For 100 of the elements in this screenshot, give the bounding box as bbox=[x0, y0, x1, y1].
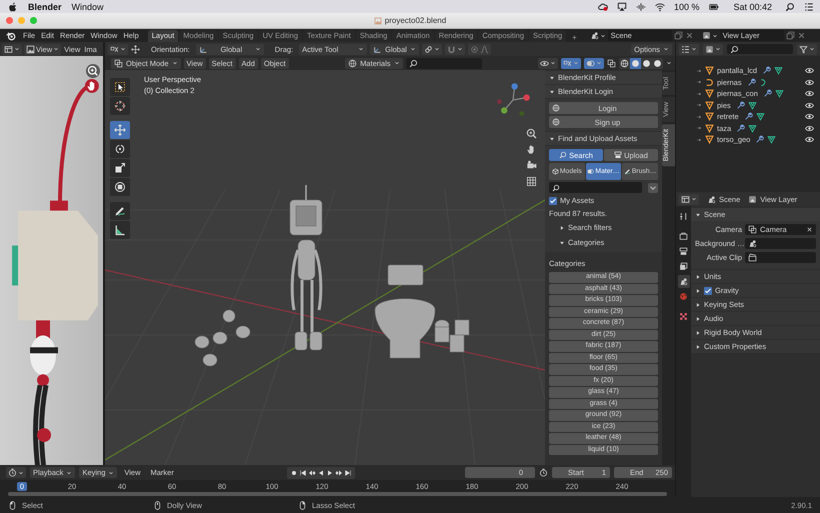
display-mode-button[interactable] bbox=[679, 44, 699, 54]
shading-button[interactable] bbox=[641, 58, 652, 68]
blender-logo-icon[interactable] bbox=[6, 30, 16, 40]
cursor-tool-button[interactable] bbox=[110, 97, 130, 115]
xray-icon[interactable] bbox=[607, 58, 616, 68]
stopwatch-icon[interactable] bbox=[539, 468, 548, 477]
caret-icon bbox=[715, 46, 721, 52]
wrench-icon[interactable] bbox=[744, 112, 753, 122]
search-icon[interactable] bbox=[785, 2, 795, 12]
next-keyframe-icon[interactable] bbox=[334, 468, 343, 476]
editor-type-button[interactable] bbox=[6, 467, 26, 478]
play-icon[interactable] bbox=[326, 468, 334, 476]
checkbox[interactable] bbox=[549, 196, 557, 204]
transform-tool-button[interactable] bbox=[110, 178, 130, 196]
zoom-icon[interactable] bbox=[526, 128, 537, 139]
caret-icon bbox=[358, 46, 364, 52]
eye-icon[interactable] bbox=[805, 78, 814, 87]
scene-icon bbox=[707, 194, 716, 204]
grid-icon[interactable] bbox=[526, 176, 537, 187]
move-icon[interactable] bbox=[131, 44, 140, 54]
eye-icon[interactable] bbox=[805, 100, 814, 110]
dropdown-icon[interactable] bbox=[648, 182, 658, 192]
annotate-tool-button[interactable] bbox=[110, 202, 130, 220]
proportional-button[interactable] bbox=[468, 44, 491, 54]
eye-icon[interactable] bbox=[805, 89, 814, 98]
select-tool-button[interactable] bbox=[110, 78, 130, 96]
overlay-button[interactable] bbox=[584, 58, 604, 68]
editor-type-button[interactable] bbox=[2, 44, 22, 54]
zoom-icon[interactable] bbox=[86, 64, 100, 78]
clock[interactable]: Sat 00:42 bbox=[733, 2, 772, 12]
previous-keyframe-icon[interactable] bbox=[308, 468, 316, 476]
properties-tab[interactable] bbox=[678, 260, 690, 273]
airplay-icon[interactable] bbox=[616, 2, 627, 12]
transform-pivot-button[interactable] bbox=[108, 44, 128, 54]
view-layer-selector[interactable] bbox=[702, 31, 718, 40]
clear-icon[interactable] bbox=[806, 226, 813, 233]
mesh-data-icon[interactable] bbox=[756, 112, 765, 122]
filter-button[interactable] bbox=[797, 44, 817, 54]
wrench-icon[interactable] bbox=[755, 135, 764, 144]
properties-tab[interactable] bbox=[678, 245, 690, 258]
menu-item[interactable]: Window bbox=[72, 2, 104, 12]
camera-icon[interactable] bbox=[526, 160, 537, 171]
play-reverse-icon[interactable] bbox=[316, 468, 325, 476]
cube-icon bbox=[552, 168, 559, 175]
mesh-data-icon[interactable] bbox=[748, 100, 757, 110]
record-icon[interactable] bbox=[290, 468, 298, 476]
scrollbar[interactable] bbox=[8, 492, 667, 496]
checkbox[interactable] bbox=[704, 286, 712, 294]
scale-tool-button[interactable] bbox=[110, 159, 130, 177]
shading-button[interactable] bbox=[652, 58, 663, 68]
wrench-icon[interactable] bbox=[736, 100, 745, 110]
mesh-data-icon[interactable] bbox=[774, 66, 784, 76]
field[interactable] bbox=[745, 238, 816, 249]
overlay-icon bbox=[586, 58, 595, 68]
field[interactable] bbox=[745, 252, 816, 263]
eye-icon[interactable] bbox=[805, 112, 814, 122]
scene-selector[interactable] bbox=[590, 31, 606, 40]
wrench-icon[interactable] bbox=[762, 89, 772, 98]
copy-icon[interactable] bbox=[674, 31, 683, 40]
app-menu[interactable]: Blender bbox=[28, 2, 62, 12]
measure-tool-button[interactable] bbox=[110, 221, 130, 239]
caret-icon bbox=[410, 46, 416, 52]
close-icon[interactable] bbox=[684, 31, 694, 40]
search-field[interactable] bbox=[549, 182, 642, 193]
wrench-icon[interactable] bbox=[762, 66, 772, 76]
search-field[interactable] bbox=[727, 44, 793, 54]
rotate-icon bbox=[114, 143, 126, 155]
shading-button[interactable] bbox=[619, 58, 630, 68]
eye-icon[interactable] bbox=[805, 124, 814, 133]
curve-data-icon[interactable] bbox=[758, 78, 768, 87]
battery-icon[interactable] bbox=[708, 2, 720, 12]
search-field[interactable] bbox=[406, 58, 482, 68]
eye-icon[interactable] bbox=[805, 135, 814, 144]
wrench-icon[interactable] bbox=[746, 78, 756, 87]
expand-icon bbox=[696, 90, 702, 97]
wifi-icon[interactable] bbox=[654, 2, 665, 12]
mesh-data-icon[interactable] bbox=[774, 89, 784, 98]
shading-button[interactable] bbox=[630, 58, 641, 68]
copy-icon[interactable] bbox=[786, 31, 795, 40]
close-icon[interactable] bbox=[796, 31, 806, 40]
pivot-point-button[interactable] bbox=[422, 44, 442, 54]
cloud-app-icon[interactable] bbox=[598, 2, 608, 12]
rotate-tool-button[interactable] bbox=[110, 140, 130, 158]
caret-icon[interactable] bbox=[666, 60, 672, 66]
gizmo-button[interactable] bbox=[561, 58, 581, 68]
wrench-icon[interactable] bbox=[736, 124, 746, 133]
eye-icon[interactable] bbox=[805, 66, 814, 76]
move-tool-button[interactable] bbox=[110, 121, 130, 139]
jump-start-icon[interactable] bbox=[298, 468, 307, 476]
properties-tab[interactable] bbox=[678, 310, 690, 323]
menu-icon[interactable] bbox=[804, 2, 814, 12]
paper-rolls-drawing bbox=[434, 320, 470, 352]
visibility-button[interactable] bbox=[538, 58, 558, 68]
layer-button[interactable] bbox=[703, 44, 723, 54]
jump-end-icon[interactable] bbox=[344, 468, 352, 476]
editor-type-button[interactable] bbox=[679, 194, 699, 204]
properties-tab[interactable] bbox=[678, 275, 690, 288]
mesh-data-icon[interactable] bbox=[748, 124, 758, 133]
mesh-data-icon[interactable] bbox=[767, 135, 776, 144]
audio-icon[interactable] bbox=[636, 2, 646, 12]
